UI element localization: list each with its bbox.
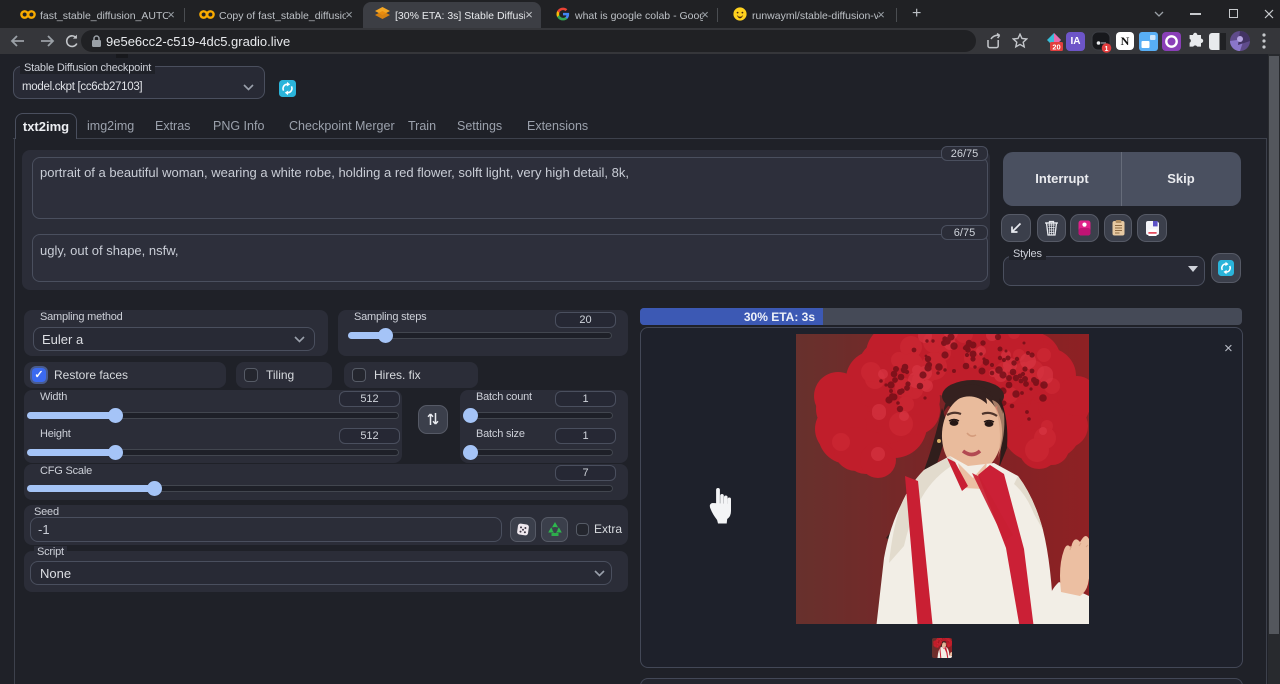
svg-text:1: 1	[1105, 46, 1109, 53]
svg-text:20: 20	[1052, 42, 1060, 51]
